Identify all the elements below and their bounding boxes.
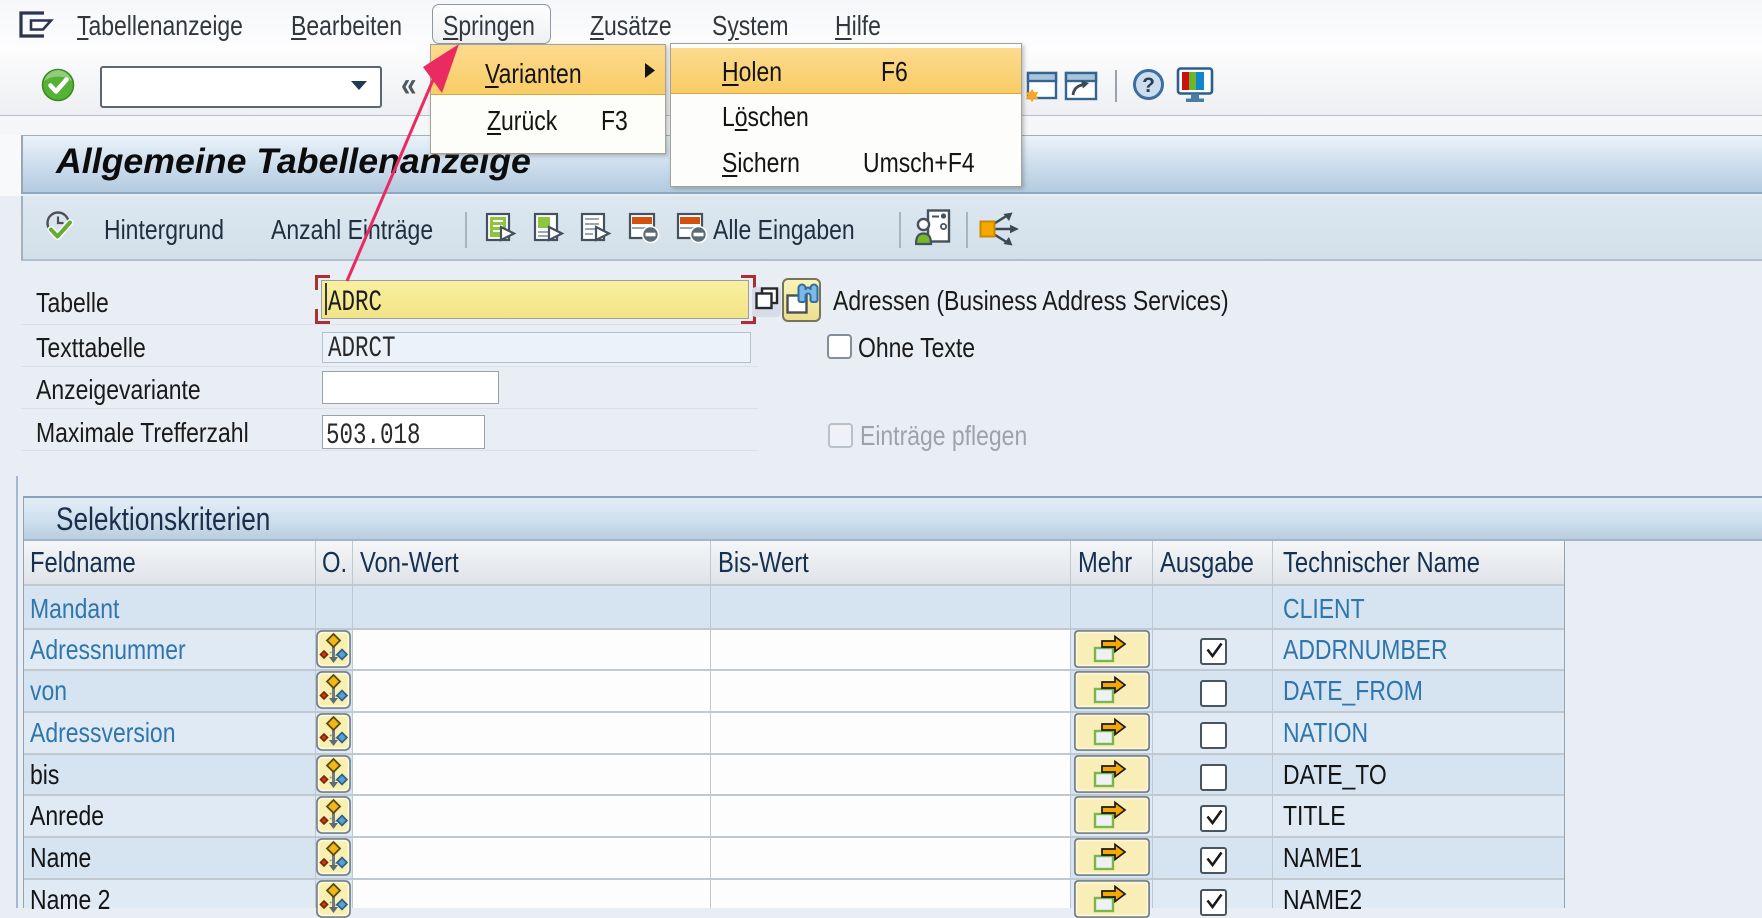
svg-text:?: ? [1142,74,1155,97]
